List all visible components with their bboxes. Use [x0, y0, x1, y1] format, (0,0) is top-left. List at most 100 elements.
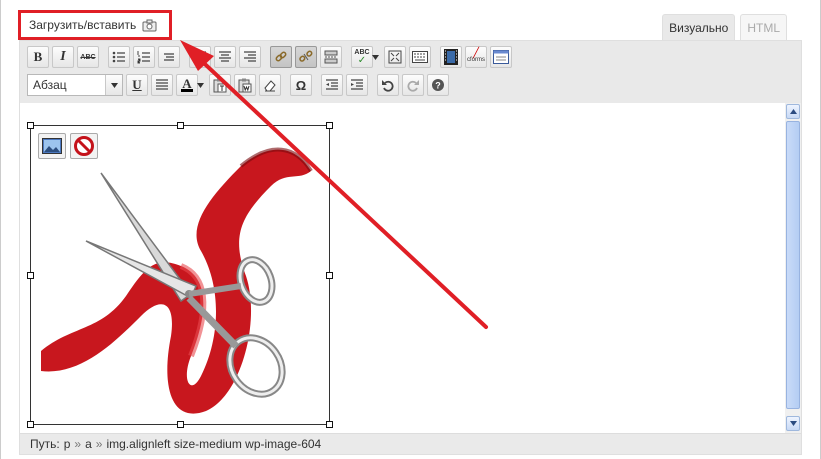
outdent-icon: [326, 79, 338, 90]
bold-button[interactable]: B: [27, 46, 49, 68]
format-select-value: Абзац: [33, 78, 67, 92]
path-separator: »: [95, 437, 103, 451]
video-film-icon: [444, 49, 458, 65]
delete-image-button[interactable]: [70, 133, 98, 159]
resize-handle-e[interactable]: [326, 272, 333, 279]
numbered-list-icon: [137, 51, 150, 64]
spellcheck-icon: ABC ✓: [354, 49, 370, 66]
toolbar-row-2: Абзац U A Ω ?: [27, 74, 452, 96]
undo-icon: [382, 80, 394, 92]
tab-html[interactable]: HTML: [740, 14, 787, 41]
path-item-p[interactable]: p: [64, 437, 71, 451]
resize-handle-s[interactable]: [177, 421, 184, 428]
toggle-kitchen-sink-button[interactable]: [409, 46, 431, 68]
scroll-down-button[interactable]: [786, 416, 800, 431]
link-icon: [275, 51, 287, 62]
upload-insert-button[interactable]: Загрузить/вставить: [18, 10, 172, 40]
unlink-button[interactable]: [295, 46, 317, 68]
fullscreen-button[interactable]: [384, 46, 406, 68]
resize-handle-sw[interactable]: [27, 421, 34, 428]
spellcheck-language-dropdown[interactable]: [370, 46, 380, 68]
tab-visual[interactable]: Визуально: [662, 14, 736, 41]
numbered-list-button[interactable]: [133, 46, 155, 68]
frame-left-border: [0, 0, 1, 459]
chevron-down-icon: [789, 421, 797, 426]
path-label: Путь:: [30, 437, 60, 451]
italic-icon: I: [60, 49, 66, 64]
remove-formatting-button[interactable]: [259, 74, 281, 96]
path-separator: »: [74, 437, 82, 451]
underline-button[interactable]: U: [126, 74, 148, 96]
italic-button[interactable]: I: [52, 46, 74, 68]
media-camera-icon: [142, 19, 157, 32]
editor-content[interactable]: [20, 103, 785, 433]
paste-word-icon: [238, 78, 252, 92]
resize-handle-w[interactable]: [27, 272, 34, 279]
blockquote-icon: [164, 53, 174, 61]
outdent-button[interactable]: [321, 74, 343, 96]
editor-tabs: Визуально HTML: [662, 14, 787, 41]
align-right-button[interactable]: [239, 46, 261, 68]
resize-handle-n[interactable]: [177, 122, 184, 129]
selected-image[interactable]: [27, 122, 333, 428]
paste-from-word-button[interactable]: [234, 74, 256, 96]
align-left-button[interactable]: [189, 46, 211, 68]
align-center-button[interactable]: [214, 46, 236, 68]
justify-button[interactable]: [151, 74, 173, 96]
help-icon: ?: [432, 79, 444, 91]
paste-as-text-button[interactable]: [209, 74, 231, 96]
toolbar-row-1: B I ABC ABC ✓ ╱ cforms: [27, 46, 515, 68]
text-color-dropdown[interactable]: [195, 74, 205, 96]
indent-icon: [351, 79, 363, 90]
chevron-down-icon: [196, 82, 204, 88]
resize-handle-se[interactable]: [326, 421, 333, 428]
upload-insert-label: Загрузить/вставить: [29, 18, 137, 32]
scroll-up-button[interactable]: [786, 104, 800, 119]
cforms-icon: ╱ cforms: [467, 48, 485, 64]
bulleted-list-button[interactable]: [108, 46, 130, 68]
redo-icon: [407, 80, 419, 92]
gallery-window-icon: [493, 50, 509, 64]
chevron-up-icon: [789, 109, 797, 114]
indent-button[interactable]: [346, 74, 368, 96]
align-right-icon: [244, 51, 256, 62]
rich-text-editor: B I ABC ABC ✓ ╱ cforms Абзац U A Ω ? Пут…: [19, 40, 802, 455]
bold-icon: B: [33, 49, 43, 64]
no-entry-icon: [74, 136, 94, 156]
underline-icon: U: [132, 77, 142, 92]
chevron-down-icon: [371, 54, 379, 60]
eraser-icon: [264, 80, 276, 92]
paste-text-icon: [213, 78, 227, 92]
scissors-cutting-ribbon-image: [31, 126, 329, 424]
insert-gallery-button[interactable]: [490, 46, 512, 68]
resize-handle-nw[interactable]: [27, 122, 34, 129]
resize-handle-ne[interactable]: [326, 122, 333, 129]
landscape-picture-icon: [42, 138, 62, 154]
scrollbar-thumb[interactable]: [786, 121, 800, 409]
insert-video-button[interactable]: [440, 46, 462, 68]
align-left-icon: [194, 51, 206, 62]
redo-button[interactable]: [402, 74, 424, 96]
strikethrough-icon: ABC: [80, 53, 96, 61]
strikethrough-button[interactable]: ABC: [77, 46, 99, 68]
unlink-icon: [299, 50, 313, 62]
align-center-icon: [219, 51, 231, 62]
insert-more-button[interactable]: [320, 46, 342, 68]
edit-image-button[interactable]: [38, 133, 66, 159]
path-item-a[interactable]: a: [85, 437, 92, 451]
cforms-button[interactable]: ╱ cforms: [465, 46, 487, 68]
chevron-down-icon: [105, 75, 122, 95]
content-scrollbar[interactable]: [785, 103, 801, 433]
omega-icon: Ω: [295, 77, 307, 93]
editor-toolbar: B I ABC ABC ✓ ╱ cforms Абзац U A Ω ?: [20, 41, 801, 104]
align-justify-icon: [156, 79, 168, 90]
blockquote-button[interactable]: [158, 46, 180, 68]
format-select[interactable]: Абзац: [27, 74, 123, 96]
help-button[interactable]: ?: [427, 74, 449, 96]
special-character-button[interactable]: Ω: [290, 74, 312, 96]
image-toolbar: [38, 133, 98, 159]
insert-link-button[interactable]: [270, 46, 292, 68]
path-item-img[interactable]: img.alignleft size-medium wp-image-604: [106, 437, 321, 451]
undo-button[interactable]: [377, 74, 399, 96]
fullscreen-icon: [388, 50, 402, 64]
